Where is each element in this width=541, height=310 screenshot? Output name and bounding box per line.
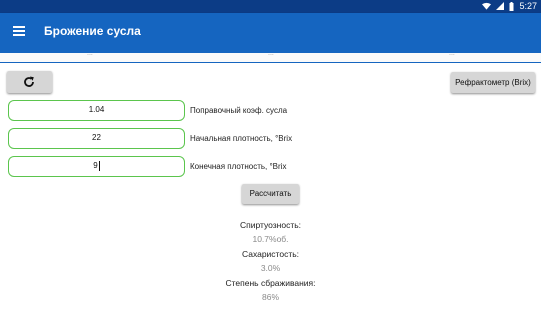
alcohol-value: 10.7%об. bbox=[252, 234, 289, 244]
calculate-button[interactable]: Рассчитать bbox=[242, 184, 299, 204]
tab-strip: ... ... ... bbox=[0, 50, 541, 63]
refresh-button[interactable] bbox=[7, 71, 52, 93]
attenuation-label: Степень сбраживания: bbox=[225, 278, 316, 288]
signal-icon bbox=[496, 2, 505, 10]
alcohol-label: Спиртуозность: bbox=[239, 220, 302, 230]
wort-correction-label: Поправочный коэф. сусла bbox=[190, 106, 288, 115]
wifi-icon bbox=[482, 2, 492, 10]
final-gravity-value: 9 bbox=[93, 161, 98, 170]
sugar-value: 3.0% bbox=[260, 263, 281, 273]
tab-1[interactable]: ... bbox=[87, 50, 93, 57]
text-cursor bbox=[98, 160, 100, 171]
sugar-label: Сахаристость: bbox=[241, 249, 300, 259]
hamburger-menu-icon[interactable] bbox=[13, 26, 25, 36]
refractometer-button[interactable]: Рефрактометр (Brix) bbox=[451, 72, 535, 93]
final-gravity-input[interactable]: 9 bbox=[8, 156, 185, 177]
status-bar: 5:27 bbox=[0, 0, 541, 13]
final-gravity-label: Конечная плотность, °Brix bbox=[190, 162, 287, 171]
tab-3[interactable]: ... bbox=[449, 50, 455, 57]
tab-2[interactable]: ... bbox=[268, 50, 274, 57]
original-gravity-label: Начальная плотность, °Brix bbox=[190, 134, 293, 143]
refresh-icon bbox=[24, 76, 34, 87]
original-gravity-input[interactable]: 22 bbox=[8, 128, 185, 149]
status-time: 5:27 bbox=[519, 1, 537, 11]
app-bar: Брожение сусла bbox=[0, 13, 541, 53]
attenuation-value: 86% bbox=[261, 292, 279, 302]
app-title: Брожение сусла bbox=[44, 24, 141, 38]
battery-icon bbox=[509, 1, 514, 11]
wort-correction-input[interactable]: 1.04 bbox=[8, 100, 185, 121]
